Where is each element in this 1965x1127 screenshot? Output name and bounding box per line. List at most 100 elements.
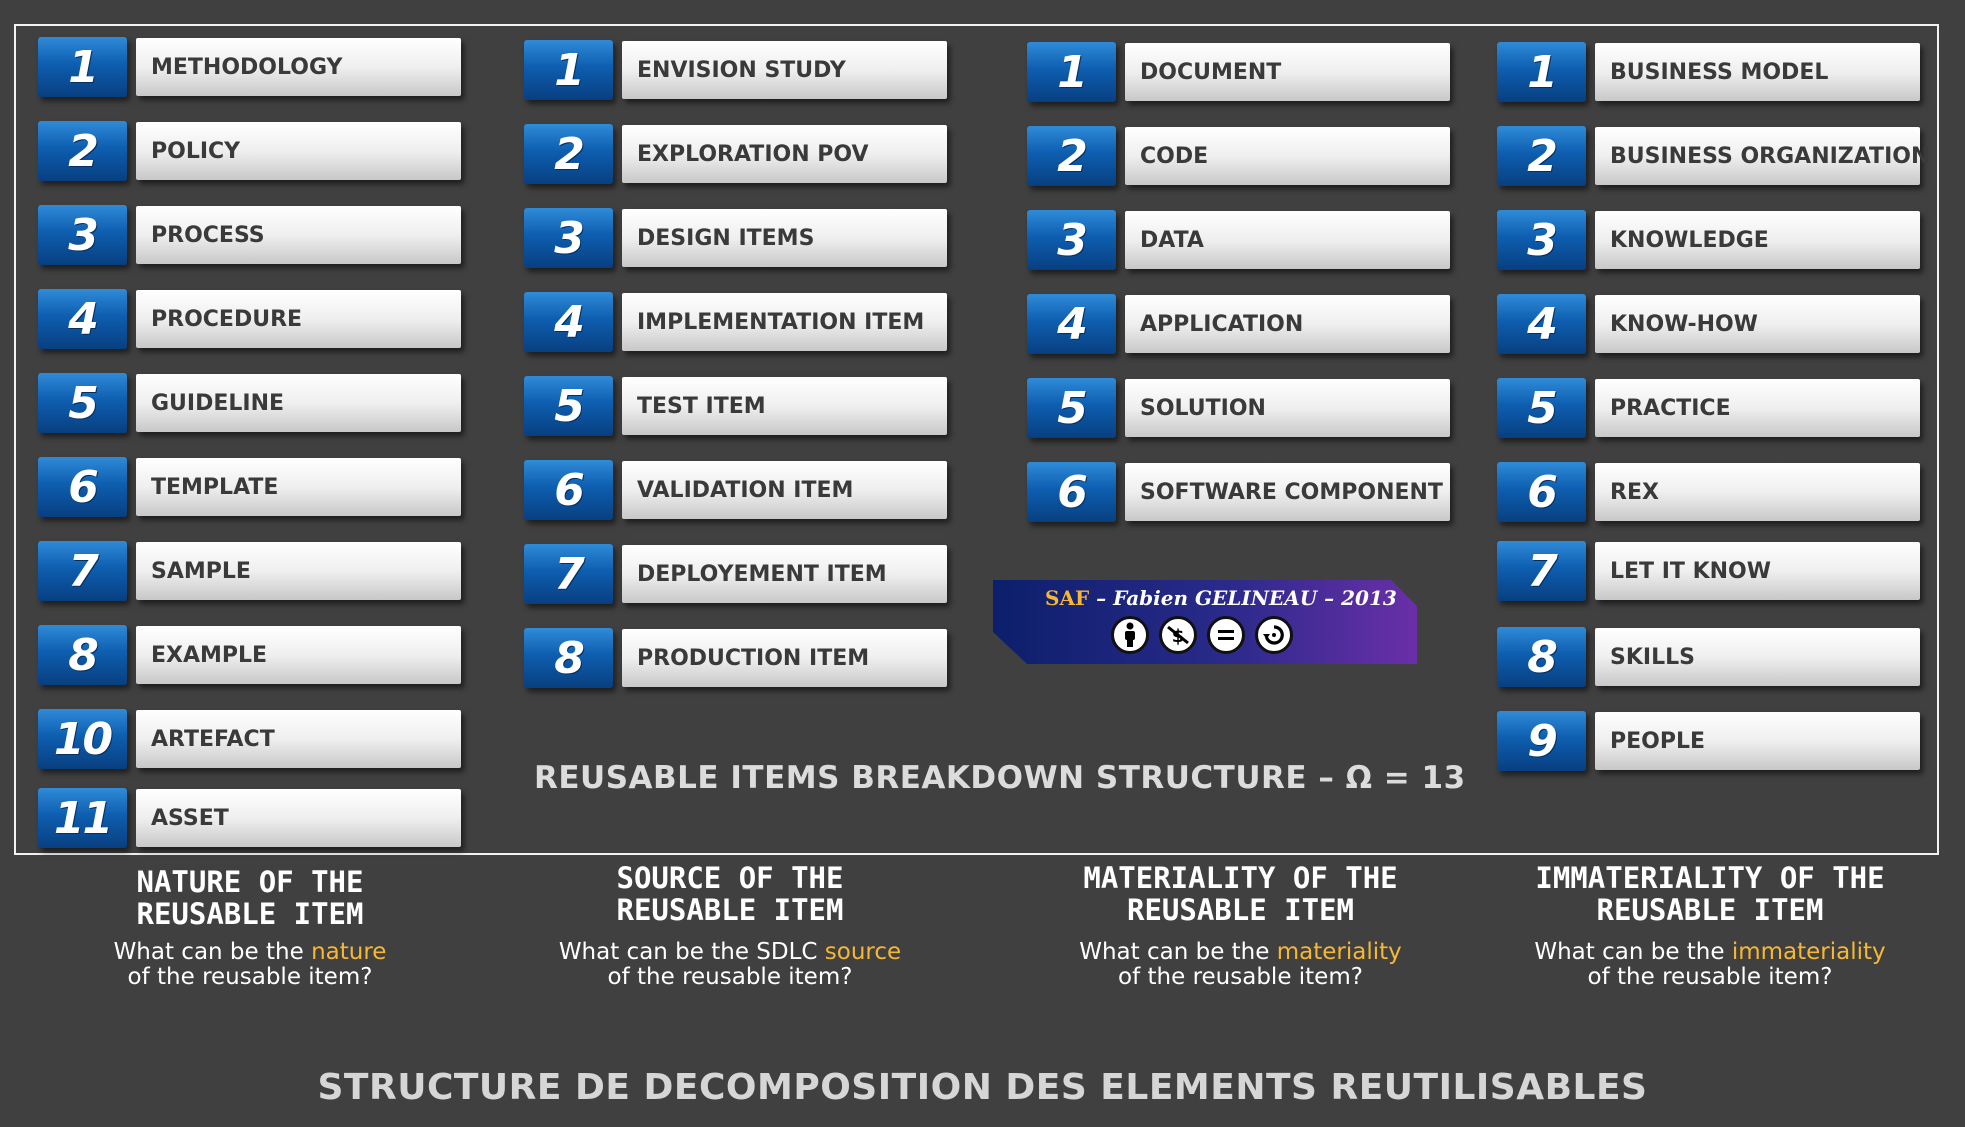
item-number-badge: 1 [1497, 42, 1586, 102]
breakdown-item: 7 DEPLOYEMENT ITEM [524, 544, 947, 604]
item-number-badge: 6 [1027, 462, 1116, 522]
heading-line-1: SOURCE OF THE [616, 861, 844, 895]
item-number-badge: 4 [38, 289, 127, 349]
breakdown-item: 1 BUSINESS MODEL [1497, 42, 1920, 102]
breakdown-item: 4 IMPLEMENTATION ITEM [524, 292, 947, 352]
item-number-badge: 8 [524, 628, 613, 688]
noderivatives-icon [1207, 616, 1245, 654]
breakdown-item: 6 TEMPLATE [38, 457, 461, 517]
attribution-icon [1111, 616, 1149, 654]
bottom-title: STRUCTURE DE DECOMPOSITION DES ELEMENTS … [317, 1067, 1648, 1108]
question-highlight: nature [311, 939, 387, 965]
breakdown-item: 3 PROCESS [38, 205, 461, 265]
item-number-badge: 4 [1027, 294, 1116, 354]
item-label: PRODUCTION ITEM [622, 629, 947, 687]
item-number-badge: 6 [524, 460, 613, 520]
breakdown-item: 3 KNOWLEDGE [1497, 210, 1920, 270]
item-label: DOCUMENT [1125, 43, 1450, 101]
breakdown-item: 2 EXPLORATION POV [524, 124, 947, 184]
item-number-badge: 9 [1497, 711, 1586, 771]
item-label: SOLUTION [1125, 379, 1450, 437]
breakdown-item: 5 TEST ITEM [524, 376, 947, 436]
question-line-2: of the reusable item? [1118, 964, 1363, 990]
column-heading: NATURE OF THE REUSABLE ITEM [60, 866, 440, 930]
question-highlight: immateriality [1731, 939, 1886, 965]
saf-license-badge: SAF – Fabien GELINEAU – 2013 $ [993, 580, 1417, 664]
question-highlight: source [824, 939, 902, 965]
question-line-1: What can be the SDLC source [540, 940, 920, 965]
question-line-2: of the reusable item? [1587, 964, 1833, 990]
item-label: KNOW-HOW [1595, 295, 1920, 353]
item-number-badge: 5 [1497, 378, 1586, 438]
column-question: What can be the nature of the reusable it… [60, 940, 440, 990]
breakdown-item: 6 SOFTWARE COMPONENT [1027, 462, 1450, 522]
heading-line-2: REUSABLE ITEM [1127, 893, 1354, 927]
item-number-badge: 2 [1497, 126, 1586, 186]
item-label: BUSINESS MODEL [1595, 43, 1920, 101]
item-label: DESIGN ITEMS [622, 209, 947, 267]
breakdown-item: 4 KNOW-HOW [1497, 294, 1920, 354]
item-number-badge: 2 [38, 121, 127, 181]
item-label: SOFTWARE COMPONENT [1125, 463, 1450, 521]
item-label: PRACTICE [1595, 379, 1920, 437]
breakdown-item: 2 POLICY [38, 121, 461, 181]
item-number-badge: 7 [524, 544, 613, 604]
item-label: TEST ITEM [622, 377, 947, 435]
question-line-1: What can be the materiality [1048, 940, 1433, 965]
breakdown-item: 5 GUIDELINE [38, 373, 461, 433]
cc-icons: $ [1111, 616, 1293, 654]
question-highlight: materiality [1276, 939, 1402, 965]
breakdown-item: 3 DATA [1027, 210, 1450, 270]
question-line-2: of the reusable item? [127, 964, 373, 990]
breakdown-item: 6 VALIDATION ITEM [524, 460, 947, 520]
item-label: POLICY [136, 122, 461, 180]
item-number-badge: 3 [524, 208, 613, 268]
item-number-badge: 1 [1027, 42, 1116, 102]
item-label: EXPLORATION POV [622, 125, 947, 183]
item-number-badge: 1 [524, 40, 613, 100]
question-line-2: of the reusable item? [607, 964, 853, 990]
item-label: SKILLS [1595, 628, 1920, 686]
item-label: METHODOLOGY [136, 38, 461, 96]
breakdown-item: 7 SAMPLE [38, 541, 461, 601]
breakdown-item: 5 PRACTICE [1497, 378, 1920, 438]
column-question: What can be the immateriality of the reus… [1500, 940, 1920, 990]
item-label: LET IT KNOW [1595, 542, 1920, 600]
item-number-badge: 2 [524, 124, 613, 184]
item-number-badge: 4 [1497, 294, 1586, 354]
saf-credit-text: SAF – Fabien GELINEAU – 2013 [1045, 586, 1397, 610]
question-prefix: What can be the [113, 939, 312, 965]
breakdown-item: 1 DOCUMENT [1027, 42, 1450, 102]
breakdown-item: 8 SKILLS [1497, 627, 1920, 687]
question-prefix: What can be the SDLC [558, 939, 825, 965]
item-number-badge: 11 [38, 788, 127, 848]
item-label: IMPLEMENTATION ITEM [622, 293, 947, 351]
item-label: REX [1595, 463, 1920, 521]
item-number-badge: 5 [38, 373, 127, 433]
breakdown-item: 6 REX [1497, 462, 1920, 522]
item-label: ENVISION STUDY [622, 41, 947, 99]
inner-title: REUSABLE ITEMS BREAKDOWN STRUCTURE – Ω =… [534, 760, 1466, 796]
noncommercial-icon: $ [1159, 616, 1197, 654]
breakdown-item: 2 CODE [1027, 126, 1450, 186]
item-label: VALIDATION ITEM [622, 461, 947, 519]
item-label: BUSINESS ORGANIZATION [1595, 127, 1929, 185]
column-heading: IMMATERIALITY OF THE REUSABLE ITEM [1500, 862, 1920, 926]
saf-accent: SAF [1045, 586, 1090, 610]
item-number-badge: 2 [1027, 126, 1116, 186]
column-question: What can be the SDLC source of the reusab… [540, 940, 920, 990]
heading-line-1: IMMATERIALITY OF THE [1535, 861, 1885, 895]
item-label: APPLICATION [1125, 295, 1450, 353]
question-line-1: What can be the nature [60, 940, 440, 965]
column-heading: SOURCE OF THE REUSABLE ITEM [540, 862, 920, 926]
breakdown-item: 3 DESIGN ITEMS [524, 208, 947, 268]
column-question: What can be the materiality of the reusab… [1048, 940, 1433, 990]
breakdown-item: 11 ASSET [38, 788, 461, 848]
question-prefix: What can be the [1079, 939, 1277, 965]
item-label: KNOWLEDGE [1595, 211, 1920, 269]
item-number-badge: 6 [1497, 462, 1586, 522]
item-number-badge: 3 [1497, 210, 1586, 270]
breakdown-item: 5 SOLUTION [1027, 378, 1450, 438]
column-heading: MATERIALITY OF THE REUSABLE ITEM [1048, 862, 1433, 926]
heading-line-1: NATURE OF THE [136, 865, 364, 899]
